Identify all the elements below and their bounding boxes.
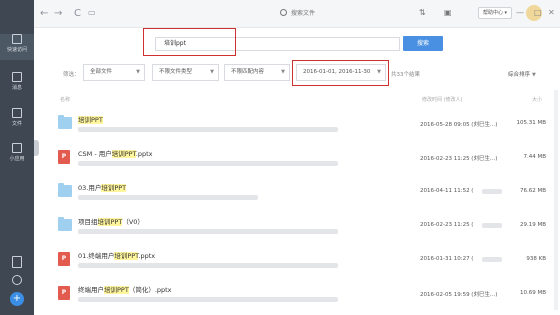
file-modified: 2016-02-23 11:25 ( bbox=[420, 222, 474, 228]
chevron-down-icon: ▼ bbox=[210, 69, 214, 75]
help-center-button[interactable]: 帮助中心 ▾ bbox=[478, 7, 512, 19]
file-modified: 2016-04-11 11:52 ( bbox=[420, 188, 474, 194]
refresh-icon[interactable]: C bbox=[74, 8, 81, 19]
file-size: 10.69 MB bbox=[519, 290, 546, 296]
file-row[interactable]: 培训PPT 2016-05-28 09:05 (刘巳生...) 105.31 M… bbox=[52, 108, 552, 141]
folder-icon bbox=[58, 217, 72, 231]
chevron-down-icon: ▼ bbox=[532, 72, 536, 78]
chevron-down-icon: ▼ bbox=[136, 69, 140, 75]
result-count: 共33个结果 bbox=[391, 72, 420, 78]
date-highlight-box bbox=[292, 60, 389, 86]
file-row[interactable]: P CSM - 用户培训PPT.pptx 2016-02-23 11:25 (刘… bbox=[52, 142, 552, 175]
file-modified: 2016-01-31 10:27 ( bbox=[420, 256, 474, 262]
sort-dropdown[interactable]: 综合排序 ▼ bbox=[508, 70, 536, 78]
search-button[interactable]: 搜索 bbox=[403, 36, 443, 51]
modifier-blurred bbox=[482, 257, 502, 262]
quick-access-icon bbox=[12, 34, 22, 44]
sidebar-item-file[interactable]: 文件 bbox=[0, 108, 34, 134]
file-name[interactable]: CSM - 用户培训PPT.pptx bbox=[78, 148, 153, 158]
ppt-file-icon: P bbox=[58, 286, 70, 300]
match-dropdown-value: 不限匹配内容 bbox=[231, 69, 265, 75]
type-dropdown[interactable]: 全部文件 ▼ bbox=[83, 64, 145, 81]
column-header-name[interactable]: 名称 bbox=[60, 96, 70, 103]
file-path-blurred bbox=[78, 297, 338, 302]
file-size: 105.31 MB bbox=[516, 120, 546, 126]
sidebar-item-label: 消息 bbox=[11, 85, 22, 91]
file-path-blurred bbox=[78, 195, 258, 200]
file-name[interactable]: 03.用户培训PPT bbox=[78, 182, 127, 192]
sidebar-item-label: 文件 bbox=[11, 121, 22, 127]
search-icon bbox=[280, 9, 287, 16]
file-row[interactable]: 项目组培训PPT（V0） 2016-02-23 11:25 ( 29.19 MB bbox=[52, 210, 552, 243]
file-row[interactable]: P 01.终端用户培训PPT.pptx 2016-01-31 10:27 ( 9… bbox=[52, 244, 552, 277]
column-header-modified[interactable]: 修改时间 (修改人) bbox=[422, 96, 463, 103]
phone-icon[interactable] bbox=[12, 256, 22, 268]
file-size: 938 KB bbox=[526, 256, 546, 262]
sidebar-item-label: 小应用 bbox=[9, 156, 25, 162]
help-center-label: 帮助中心 bbox=[482, 10, 503, 16]
file-path-blurred bbox=[78, 127, 338, 132]
message-icon bbox=[12, 72, 22, 82]
forward-icon[interactable]: → bbox=[54, 8, 62, 19]
filter-label: 筛选： bbox=[63, 72, 80, 78]
transfer-icon[interactable]: ⇅ bbox=[419, 8, 426, 17]
folder-icon bbox=[58, 183, 72, 197]
minimize-icon[interactable]: — bbox=[516, 8, 524, 17]
ppt-file-icon: P bbox=[58, 150, 70, 164]
file-size: 29.19 MB bbox=[519, 222, 546, 228]
file-modified: 2016-02-23 11:25 (刘巳生...) bbox=[420, 156, 498, 162]
settings-icon[interactable] bbox=[12, 275, 22, 285]
modifier-blurred bbox=[482, 189, 502, 194]
sidebar-item-label: 快速访问 bbox=[6, 47, 27, 53]
back-icon[interactable]: ← bbox=[40, 8, 48, 19]
file-size: 76.62 MB bbox=[519, 188, 546, 194]
sidebar-item-message[interactable]: 消息 bbox=[0, 72, 34, 98]
file-path-blurred bbox=[78, 263, 338, 268]
match-dropdown[interactable]: 不限匹配内容 ▼ bbox=[224, 64, 290, 81]
type-dropdown-value: 全部文件 bbox=[90, 69, 113, 75]
top-search[interactable]: 搜索文件 bbox=[280, 8, 315, 17]
sidebar-collapse-handle[interactable] bbox=[34, 140, 39, 156]
file-size: 7.44 MB bbox=[523, 154, 546, 160]
file-name[interactable]: 项目组培训PPT（V0） bbox=[78, 216, 144, 226]
file-type-dropdown[interactable]: 不限文件类型 ▼ bbox=[152, 64, 219, 81]
file-modified: 2016-02-05 19:59 (刘巳生...) bbox=[420, 292, 498, 298]
top-bar: ← → C ▭ 搜索文件 ⇅ ▣ 帮助中心 ▾ — □ ✕ bbox=[34, 0, 560, 28]
close-icon[interactable]: ✕ bbox=[548, 8, 555, 17]
sidebar-item-quick-access[interactable]: 快速访问 bbox=[0, 34, 34, 60]
app-icon bbox=[12, 143, 22, 153]
file-path-blurred bbox=[78, 229, 338, 234]
file-name[interactable]: 01.终端用户培训PPT.pptx bbox=[78, 250, 155, 260]
file-row[interactable]: P 终端用户培训PPT（简化）.pptx 2016-02-05 19:59 (刘… bbox=[52, 278, 552, 311]
bookmark-icon[interactable]: ▭ bbox=[88, 8, 96, 17]
top-search-label: 搜索文件 bbox=[291, 10, 316, 17]
folder-icon bbox=[58, 115, 72, 129]
file-icon bbox=[12, 108, 22, 118]
modifier-blurred bbox=[482, 223, 502, 228]
ppt-file-icon: P bbox=[58, 252, 70, 266]
column-header-size[interactable]: 大小 bbox=[532, 96, 542, 103]
maximize-icon[interactable]: □ bbox=[534, 8, 542, 17]
file-path-blurred bbox=[78, 161, 338, 166]
file-name[interactable]: 培训PPT bbox=[78, 114, 103, 124]
search-highlight-box bbox=[143, 28, 236, 56]
add-button[interactable]: + bbox=[10, 292, 24, 306]
file-name[interactable]: 终端用户培训PPT（简化）.pptx bbox=[78, 284, 172, 294]
file-type-dropdown-value: 不限文件类型 bbox=[159, 69, 193, 75]
file-row[interactable]: 03.用户培训PPT 2016-04-11 11:52 ( 76.62 MB bbox=[52, 176, 552, 209]
chevron-down-icon: ▼ bbox=[281, 69, 285, 75]
sidebar: 快速访问 消息 文件 小应用 + bbox=[0, 0, 34, 315]
file-modified: 2016-05-28 09:05 (刘巳生...) bbox=[420, 122, 498, 128]
vip-icon[interactable]: ▣ bbox=[444, 8, 452, 17]
scrollbar[interactable] bbox=[554, 90, 558, 310]
sort-value: 综合排序 bbox=[508, 72, 531, 78]
sidebar-item-apps[interactable]: 小应用 bbox=[0, 143, 34, 169]
